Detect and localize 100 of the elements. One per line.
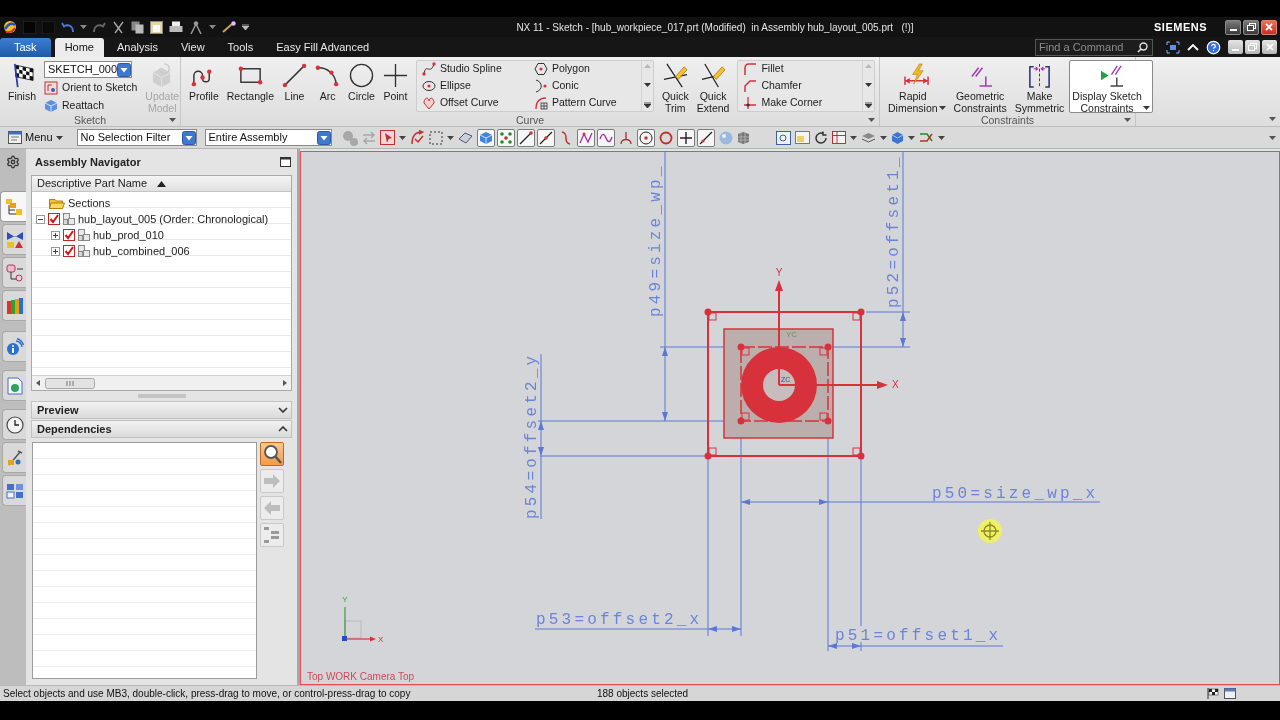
resource-tab[interactable] [2, 370, 26, 401]
resource-tab[interactable] [2, 475, 26, 506]
expand-box-icon[interactable] [51, 246, 60, 256]
ribbon-button[interactable]: Profile [186, 60, 222, 113]
triangle-down-icon[interactable] [643, 83, 651, 87]
sketch-name-dropdown[interactable]: SKETCH_000 [44, 61, 132, 78]
caret-icon[interactable] [868, 117, 875, 122]
search-icon[interactable] [1137, 41, 1148, 53]
command-search-field[interactable]: Find a Command [1035, 38, 1153, 56]
rhombus-icon[interactable] [457, 131, 473, 144]
ribbon-command[interactable]: Pattern Curve [533, 94, 641, 111]
snap-toggle-button[interactable] [476, 128, 495, 147]
minimize-button[interactable] [1225, 19, 1241, 35]
menu-button[interactable]: Menu [8, 129, 63, 146]
snap-toggle-button[interactable] [636, 128, 655, 147]
caret-icon[interactable] [1269, 135, 1276, 140]
caret-icon[interactable] [55, 135, 63, 140]
ribbon-command[interactable]: Orient to Sketch [44, 80, 138, 96]
caret-icon[interactable] [169, 117, 176, 122]
fit-view-icon[interactable] [1166, 40, 1180, 54]
tree-item-label[interactable]: hub_layout_005 (Order: Chronological) [78, 210, 269, 228]
snap-toggle-button[interactable] [576, 128, 595, 147]
snap-toggle-button[interactable] [496, 128, 515, 147]
circle-square-icon[interactable] [775, 130, 791, 145]
ribbon-button[interactable]: Make Symmetric [1011, 60, 1068, 113]
chevron-up-icon[interactable] [1187, 43, 1199, 51]
resource-tab[interactable] [2, 331, 26, 362]
resource-tab[interactable] [2, 409, 26, 440]
curved-arrow-icon[interactable] [409, 130, 425, 145]
ribbon-command[interactable]: Make Corner [743, 94, 863, 111]
ribbon-command[interactable]: Reattach [44, 98, 138, 114]
ribbon-tab[interactable]: Easy Fill Advanced [266, 38, 380, 57]
tree-item-label[interactable]: hub_combined_006 [93, 242, 190, 260]
cube-icon[interactable] [890, 130, 904, 145]
redo-icon[interactable] [93, 21, 106, 33]
ribbon-button[interactable]: Quick Trim [658, 60, 692, 113]
printer-icon[interactable] [169, 20, 183, 34]
scissors-icon[interactable] [112, 20, 125, 34]
snap-toggle-button[interactable] [696, 128, 715, 147]
triangle-down-icon[interactable] [865, 83, 873, 87]
resource-tab[interactable] [2, 224, 26, 255]
panel-header[interactable]: Preview [31, 401, 292, 419]
ribbon-button[interactable]: Rectangle [223, 60, 278, 113]
assembly-scope-dropdown[interactable]: Entire Assembly [204, 129, 332, 146]
snap-toggle-button[interactable] [596, 128, 615, 147]
resource-tab[interactable] [2, 257, 26, 288]
window-icon[interactable] [1224, 688, 1236, 699]
ribbon-button[interactable]: Arc [312, 60, 344, 113]
compass-icon[interactable] [189, 20, 203, 34]
ribbon-command[interactable]: Studio Spline [421, 61, 529, 78]
checkbox[interactable] [48, 213, 60, 225]
ribbon-command[interactable]: Fillet [743, 61, 863, 78]
ribbon-button[interactable]: Geometric Constraints [950, 60, 1010, 113]
crossing-lines-icon[interactable] [918, 131, 934, 144]
caret-icon[interactable] [398, 135, 406, 140]
tree-item-label[interactable]: hub_prod_010 [93, 226, 164, 244]
horizontal-scrollbar[interactable] [32, 375, 291, 390]
panel-header[interactable]: Dependencies [31, 420, 292, 438]
ribbon-command[interactable]: Conic [533, 78, 641, 94]
ribbon-button[interactable]: Circle [345, 60, 378, 113]
snap-toggle-button[interactable] [536, 128, 555, 147]
expand-more-icon[interactable] [643, 102, 651, 108]
tree-item-label[interactable]: Sections [68, 194, 111, 212]
resource-tab[interactable] [2, 290, 26, 321]
ribbon-button[interactable]: Display Sketch Constraints [1069, 60, 1153, 113]
dependency-tool-button[interactable] [260, 442, 284, 466]
caret-icon[interactable] [209, 25, 216, 29]
caret-icon[interactable] [446, 135, 454, 140]
caret-icon[interactable] [80, 25, 87, 29]
ribbon-button[interactable]: Line [279, 60, 311, 113]
scrollbar-thumb[interactable] [45, 377, 95, 389]
ribbon-button[interactable]: Rapid Dimension [885, 60, 949, 113]
customize-caret-icon[interactable] [242, 24, 249, 30]
ribbon-button[interactable]: Point [379, 60, 411, 113]
window-icon[interactable] [794, 131, 810, 144]
grid-cube-icon[interactable] [736, 130, 750, 145]
snap-toggle-button[interactable] [676, 128, 695, 147]
snap-toggle-button[interactable] [516, 128, 535, 147]
copy-icon[interactable] [131, 20, 144, 34]
ribbon-tab[interactable]: View [170, 38, 215, 57]
swirl-logo-icon[interactable] [3, 20, 17, 34]
help-icon[interactable] [1206, 39, 1221, 55]
layers-icon[interactable] [860, 131, 876, 144]
ribbon-command[interactable]: Offset Curve [421, 94, 529, 111]
ribbon-button[interactable]: Finish [5, 60, 39, 113]
triangle-left-icon[interactable] [36, 380, 40, 386]
ribbon-command[interactable]: Polygon [533, 61, 641, 78]
caret-icon[interactable] [879, 135, 887, 140]
ribbon-tab[interactable]: Task [0, 38, 51, 57]
sort-up-icon[interactable] [157, 180, 167, 187]
expand-box-icon[interactable] [51, 230, 60, 240]
caret-icon[interactable] [849, 135, 857, 140]
close-button[interactable] [1261, 19, 1277, 35]
cursor-square-icon[interactable] [379, 130, 395, 145]
grid-layout-icon[interactable] [831, 131, 846, 144]
ribbon-command[interactable]: Ellipse [421, 78, 529, 94]
collapse-box-icon[interactable] [36, 214, 45, 224]
restore-button[interactable] [1243, 19, 1259, 35]
refresh-icon[interactable] [813, 130, 828, 145]
caret-icon[interactable] [907, 135, 915, 140]
